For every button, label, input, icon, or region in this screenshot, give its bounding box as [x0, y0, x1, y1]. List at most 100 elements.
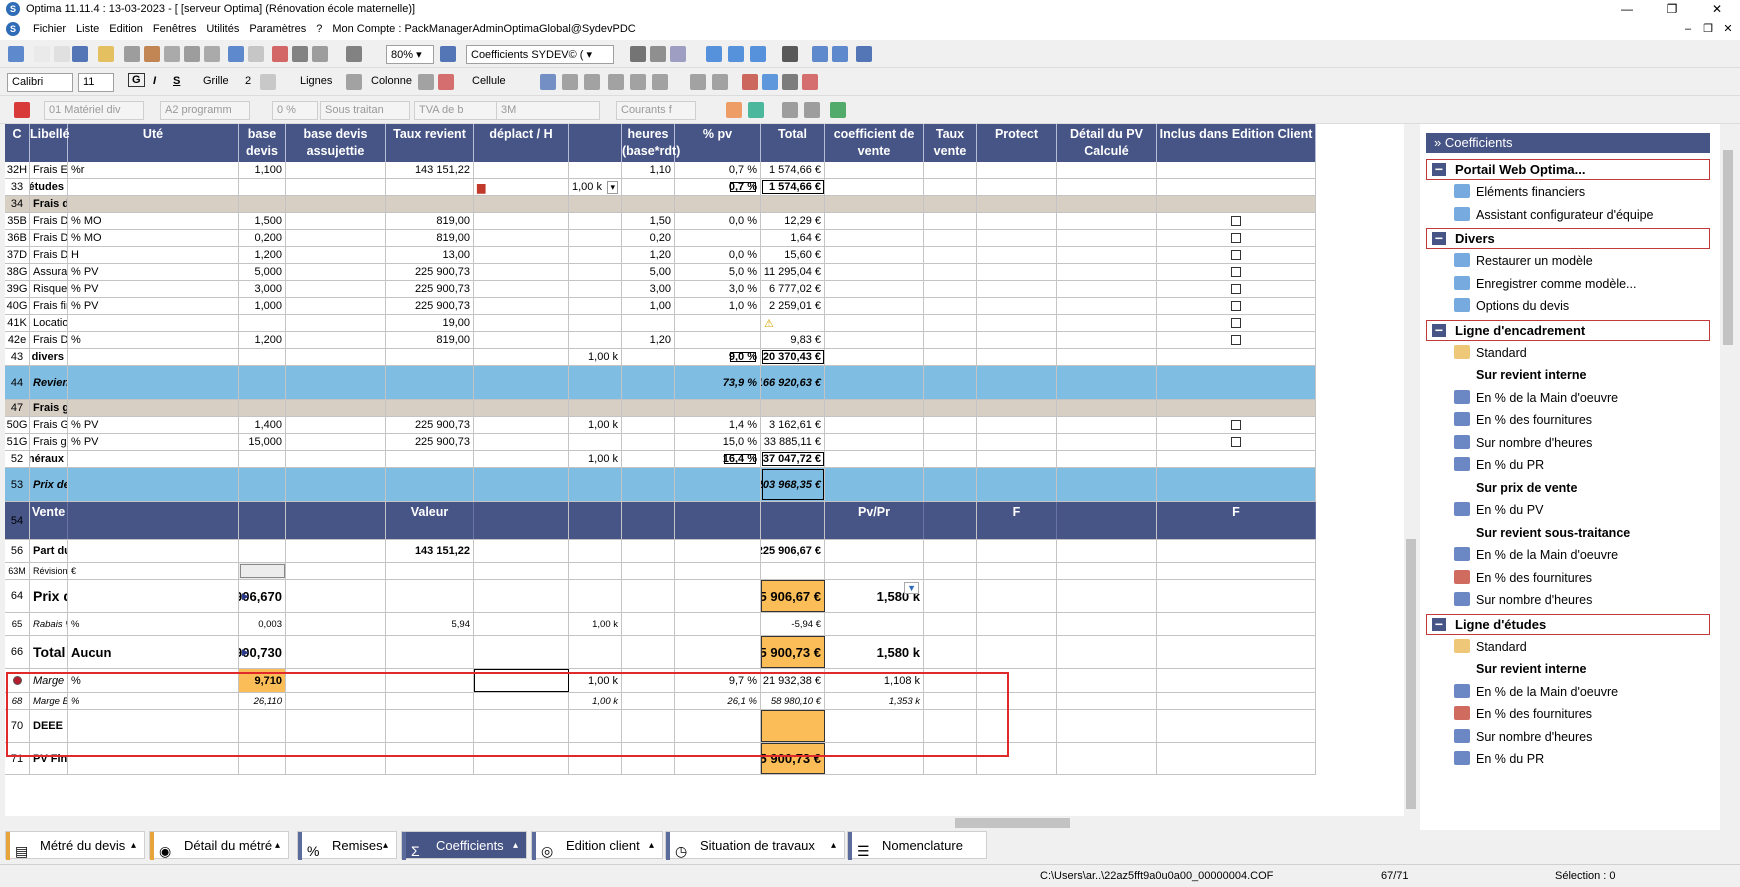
grid-cell[interactable]: 26,110 — [239, 693, 286, 709]
grid-cell[interactable] — [622, 563, 675, 579]
font-size-select[interactable]: 11 — [78, 73, 114, 92]
grid-row[interactable]: 41KLocation Véhicule19,00⚠ — [5, 315, 1316, 332]
grid-cell[interactable]: 3 162,61 € — [761, 417, 825, 433]
grid-row[interactable]: 52 Total frais généraux 1,00 k 16,4 % 37 047… — [5, 451, 1316, 468]
grid-cell[interactable] — [68, 540, 239, 562]
grid-row[interactable]: 43 Total frais divers 1,00 k 9,0 % 20 370,43… — [5, 349, 1316, 366]
grid-cell[interactable] — [977, 400, 1057, 416]
grid-row[interactable]: 33 Total études ▆ 1,00 k ▾ 0,7 % 1 574,66 € — [5, 179, 1316, 196]
grid-cell[interactable] — [286, 298, 386, 314]
grid-cell[interactable]: % PV — [68, 434, 239, 450]
panel-section-header[interactable]: − Divers — [1426, 228, 1710, 249]
grid-cell[interactable] — [1157, 434, 1316, 450]
grid-cell[interactable] — [924, 636, 977, 668]
toolbar-icon[interactable] — [812, 46, 828, 62]
grid-cell[interactable]: 1,400 — [239, 417, 286, 433]
grid-cell[interactable]: 33 — [5, 179, 30, 195]
grid-cell[interactable]: 225 900,730▶ — [239, 636, 286, 668]
grid-cell[interactable] — [239, 710, 286, 742]
grid-cell[interactable] — [1157, 743, 1316, 774]
grid-cell[interactable] — [474, 451, 569, 467]
grid-cell[interactable] — [977, 434, 1057, 450]
grid-cell[interactable] — [622, 669, 675, 692]
toolbar-icon[interactable] — [670, 46, 686, 62]
grid-row[interactable]: 63MRévision de prix€ — [5, 563, 1316, 580]
panel-item[interactable]: Sur revient sous-traitance — [1476, 525, 1630, 541]
format-icon[interactable] — [540, 74, 556, 90]
grid-cell[interactable] — [977, 710, 1057, 742]
tab-arrow-icon[interactable]: ▴ — [383, 832, 388, 859]
menu-item[interactable]: Liste — [76, 23, 99, 35]
grid-cell[interactable]: 1,4 % — [675, 417, 761, 433]
grid-cell[interactable] — [474, 230, 569, 246]
grid-cell[interactable]: Prix de vente total — [30, 580, 68, 612]
grid-cell[interactable] — [1157, 349, 1316, 365]
grid-cell[interactable] — [68, 400, 239, 416]
grid-cell[interactable] — [286, 213, 386, 229]
column-header[interactable]: déplact / H — [474, 124, 569, 162]
grid-cell[interactable] — [825, 540, 924, 562]
grid-cell[interactable] — [924, 315, 977, 331]
column-header[interactable]: Inclus dans Edition Client — [1157, 124, 1316, 162]
grid-cell[interactable]: 225 900,73 — [386, 298, 474, 314]
grid-cell[interactable] — [1157, 417, 1316, 433]
grid-cell[interactable] — [977, 468, 1057, 501]
panel-item[interactable]: Options du devis — [1476, 298, 1569, 314]
grid-cell[interactable] — [474, 693, 569, 709]
format-icon[interactable] — [346, 74, 362, 90]
grid-cell[interactable]: Frais financier — [30, 298, 68, 314]
grid-cell[interactable] — [675, 743, 761, 774]
filter-select[interactable]: 0 % — [272, 101, 318, 120]
grid-cell[interactable] — [1057, 315, 1157, 331]
grid-cell[interactable]: 225 906,670▶ — [239, 580, 286, 612]
grid-cell[interactable] — [474, 315, 569, 331]
panel-item[interactable]: Sur revient interne — [1476, 367, 1586, 383]
grid-cell[interactable] — [675, 636, 761, 668]
grid-cell[interactable] — [675, 710, 761, 742]
toolbar-icon[interactable] — [184, 46, 200, 62]
grid-cell[interactable]: 1,500 — [239, 213, 286, 229]
toolbar-icon[interactable] — [312, 46, 328, 62]
grid-cell[interactable] — [386, 710, 474, 742]
grid-cell[interactable]: 12,29 € — [761, 213, 825, 229]
panel-item[interactable]: Sur nombre d'heures — [1476, 592, 1592, 608]
grid-cell[interactable]: 5,000 — [239, 264, 286, 280]
grid-cell[interactable] — [1157, 710, 1316, 742]
grid-cell[interactable] — [622, 468, 675, 501]
grid-cell[interactable]: Total final HT — [30, 636, 68, 668]
panel-item[interactable]: Sur nombre d'heures — [1476, 435, 1592, 451]
grid-cell[interactable] — [1057, 636, 1157, 668]
grid-cell[interactable] — [622, 179, 675, 195]
grid-cell[interactable] — [924, 580, 977, 612]
grid-cell[interactable] — [977, 540, 1057, 562]
grid-cell[interactable]: %r — [68, 162, 239, 178]
grid-cell[interactable]: Frais généraux — [30, 400, 68, 416]
grid-cell[interactable]: Révision de prix — [30, 563, 68, 579]
grid-cell[interactable]: 39 G — [5, 281, 30, 297]
grid-cell[interactable]: 1,200 — [239, 332, 286, 348]
grid-cell[interactable] — [569, 264, 622, 280]
grid-cell[interactable] — [1157, 400, 1316, 416]
toolbar-icon[interactable] — [72, 46, 88, 62]
grid-cell[interactable]: 53 — [5, 468, 30, 501]
grid-cell[interactable]: % — [68, 693, 239, 709]
grid-row[interactable]: 44 Revient 73,9 % 166 920,63 € — [5, 366, 1316, 400]
grid-cell[interactable] — [977, 451, 1057, 467]
grid-row[interactable]: 70 DEEE — [5, 710, 1316, 743]
filter-select[interactable]: 01 Matériel div — [44, 101, 144, 120]
grid-cell[interactable]: Marge Nette prévisionnelle — [30, 669, 68, 692]
grid-cell[interactable] — [474, 196, 569, 212]
grid-cell[interactable]: 225 906,67 € — [761, 580, 825, 612]
grid-cell[interactable] — [622, 417, 675, 433]
grid-cell[interactable]: 1,100 — [239, 162, 286, 178]
grid-cell[interactable]: 51 G — [5, 434, 30, 450]
column-header[interactable]: % pv — [675, 124, 761, 162]
toolbar-icon[interactable] — [164, 46, 180, 62]
grid-cell[interactable] — [68, 451, 239, 467]
grid-cell[interactable]: 9,83 € — [761, 332, 825, 348]
doc-minimize-button[interactable]: – — [1678, 18, 1698, 40]
minimize-button[interactable]: — — [1605, 0, 1649, 18]
font-select[interactable]: Calibri — [7, 73, 73, 92]
toolbar-icon[interactable] — [248, 46, 264, 62]
grid-cell[interactable] — [1057, 349, 1157, 365]
